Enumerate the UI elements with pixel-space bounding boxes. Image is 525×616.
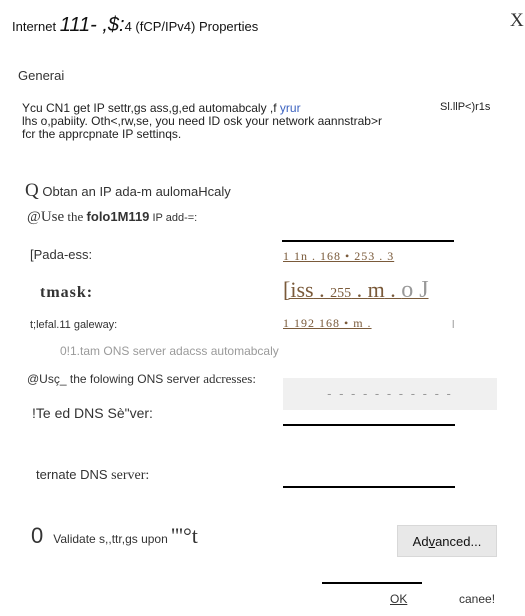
advanced-label-b: anced...: [435, 533, 482, 549]
window-title: Internet 111- ,$:4 (fCP/IPv4) Properties: [12, 14, 258, 37]
radio-use-following-dns[interactable]: @Usç_ the folowing ONS server adcresses:: [27, 371, 256, 387]
window-title-suffix: 4 (fCP/IPv4) Properties: [124, 19, 259, 34]
ok-button-border: [322, 582, 422, 584]
advanced-button[interactable]: Ad v anced...: [397, 525, 497, 557]
preferred-dns-label: !Te ed DNS Sè"ver:: [32, 405, 153, 421]
radio-label: @Usç_ the folowing ONS server: [27, 372, 204, 386]
description-line-1: Ycu CN1 get IP settr,gs ass,g,ed automab…: [22, 101, 301, 115]
window-title-big: 111- ,$:: [59, 14, 125, 36]
radio-label-suffix: IP add-=:: [149, 212, 198, 224]
checkbox-indicator: 0: [31, 523, 44, 548]
description-line-1-end: Sl.llP<)r1s: [440, 101, 491, 113]
radio-use-following-ip[interactable]: @Use the folo1M119 IP add-=:: [27, 209, 197, 226]
subnet-dot: .: [384, 277, 402, 302]
radio-obtain-dns-auto[interactable]: 0!1.tam ONS server adacss automabcaly: [60, 344, 279, 358]
alternate-dns-label-a: ternate DNS: [36, 467, 112, 482]
description-line-3: fcr the apprcpnate IP settinqs.: [22, 127, 182, 141]
radio-label-mid: the: [64, 209, 87, 224]
validate-settings-checkbox[interactable]: 0 Validate s,,ttr,gs upon '''°t: [31, 523, 198, 549]
validate-label-tail: '''°t: [171, 523, 198, 548]
description-link: yrur: [279, 101, 301, 115]
tab-general[interactable]: Generai: [18, 68, 64, 83]
alternate-dns-label-b: server:: [111, 468, 150, 483]
subnet-octet-1: [iss: [283, 277, 314, 302]
dns-placeholder-field: - - - - - - - - - - -: [283, 378, 497, 410]
window-title-prefix: Internet: [12, 19, 60, 34]
subnet-mask-label: tmask:: [40, 284, 94, 301]
radio-label: Obtan an IP ada-m aulomaHcaly: [38, 184, 231, 199]
subnet-octet-4: o J: [401, 277, 429, 303]
radio-label-bold: folo1M119: [86, 209, 150, 224]
ip-address-label: [Pada-ess:: [30, 247, 93, 262]
subnet-octet-3: m: [367, 277, 385, 302]
description-text: Ycu CN1 get IP settr,gs ass,g,ed automab…: [22, 101, 280, 115]
preferred-dns-input[interactable]: [283, 424, 455, 426]
radio-indicator: @Use: [27, 209, 65, 225]
advanced-label-a: Ad: [412, 533, 429, 549]
ip-address-input[interactable]: 1 1n . 168 • 253 . 3: [283, 249, 394, 264]
ip-address-top-line: [282, 240, 454, 242]
radio-indicator: Q: [25, 180, 39, 201]
cancel-button[interactable]: canee!: [459, 592, 495, 606]
validate-label: Validate s,,ttr,gs upon: [53, 532, 172, 546]
gateway-end-mark: l: [452, 319, 455, 331]
subnet-dot: .: [351, 277, 368, 302]
default-gateway-input[interactable]: 1 192 168 • m .: [283, 314, 372, 332]
subnet-dot: .: [313, 277, 331, 302]
alternate-dns-label: ternate DNS server:: [36, 467, 149, 484]
description-line-2: lhs o,pabiity. Oth<,rw,se, you need ID o…: [22, 114, 382, 128]
subnet-mask-input[interactable]: [iss . 255 . m . o J: [283, 277, 429, 304]
alternate-dns-input[interactable]: [283, 486, 455, 488]
radio-obtain-ip-auto[interactable]: Q Obtan an IP ada-m aulomaHcaly: [25, 180, 231, 202]
radio-label-end: adcresses:: [203, 371, 256, 386]
close-button[interactable]: X: [510, 10, 524, 32]
subnet-octet-2: 255: [330, 286, 352, 301]
ok-button[interactable]: OK: [390, 592, 407, 606]
default-gateway-label: t;lefal.11 galeway:: [30, 319, 118, 331]
gateway-value: 1 192 168 • m .: [283, 316, 372, 330]
